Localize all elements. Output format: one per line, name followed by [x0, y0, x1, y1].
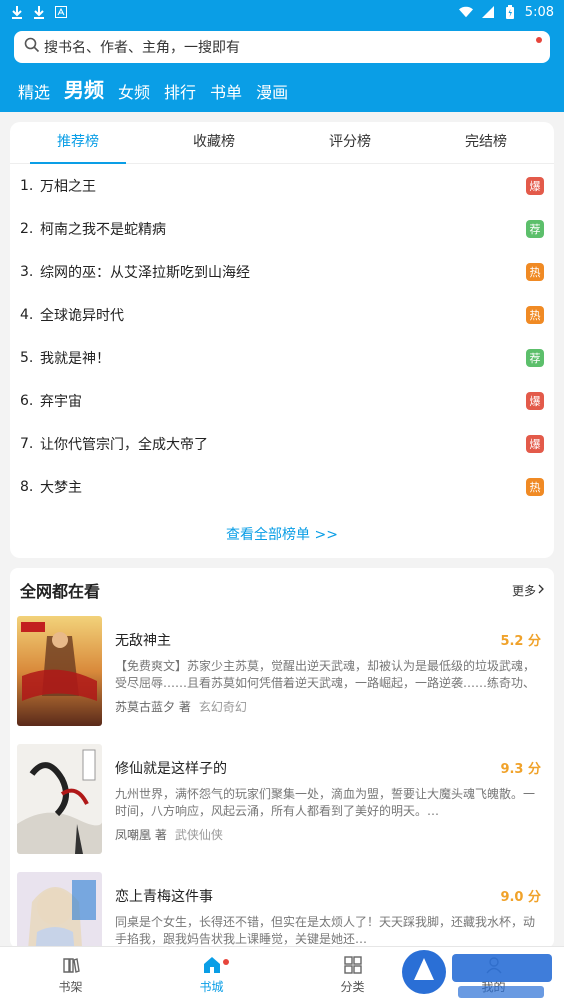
rank-item[interactable]: 5. 我就是神！ 荐 — [20, 336, 544, 379]
book-title: 恋上青梅这件事 — [115, 889, 213, 905]
book-genre: 武侠仙侠 — [174, 828, 223, 842]
book-title: 无敌神主 — [115, 633, 171, 649]
status-bar: 5:08 — [0, 0, 564, 24]
book-genre: 玄幻奇幻 — [198, 700, 247, 714]
section-title: 全网都在看 — [20, 582, 101, 601]
book-author: 苏莫古蓝夕 著 — [115, 700, 191, 714]
rank-number: 4. — [20, 306, 34, 323]
rank-badge: 爆 — [526, 434, 544, 453]
rank-badge: 荐 — [526, 219, 544, 238]
download-icon — [32, 5, 46, 19]
view-all-ranks-link[interactable]: 查看全部榜单 >> — [10, 524, 554, 544]
rank-number: 1. — [20, 177, 34, 194]
rank-title: 我就是神！ — [40, 350, 110, 367]
search-placeholder: 搜书名、作者、主角，一搜即有 — [44, 40, 240, 56]
rank-item[interactable]: 7. 让你代管宗门，全成大帝了 爆 — [20, 422, 544, 465]
bookshelf-icon — [61, 955, 81, 978]
rank-number: 6. — [20, 392, 34, 409]
top-header: 5:08 搜书名、作者、主角，一搜即有 精选 男频 女频 排行 书单 漫画 — [0, 0, 564, 112]
rank-title: 全球诡异时代 — [40, 307, 124, 324]
rank-badge: 爆 — [526, 391, 544, 410]
rank-title: 柯南之我不是蛇精病 — [40, 221, 166, 238]
download-icon — [10, 5, 24, 19]
book-item[interactable]: 无敌神主 5.2 分 【免费爽文】苏家少主苏莫，觉醒出逆天武魂，却被认为是最低级… — [17, 616, 547, 726]
more-label: 更多 — [511, 583, 536, 598]
rank-number: 5. — [20, 349, 34, 366]
nav-bookshelf[interactable]: 书架 — [0, 947, 141, 1002]
channel-tab[interactable]: 排行 — [164, 79, 196, 103]
rank-list: 1. 万相之王爆 2. 柯南之我不是蛇精病荐 3. 综网的巫：从艾泽拉斯吃到山海经热 4. 全… — [10, 164, 554, 508]
rank-tabs: 推荐榜 收藏榜 评分榜 完结榜 — [10, 122, 554, 164]
rank-item[interactable]: 2. 柯南之我不是蛇精病 荐 — [20, 207, 544, 250]
rank-card: 推荐榜 收藏榜 评分榜 完结榜 1. 万相之王爆 2. 柯南之我不是蛇精病荐 3. 综网的巫：从… — [10, 122, 554, 558]
rank-title: 弃宇宙 — [40, 393, 82, 410]
wifi-icon — [458, 5, 473, 19]
battery-icon — [503, 5, 517, 19]
rank-title: 大梦主 — [40, 479, 82, 496]
search-input[interactable]: 搜书名、作者、主角，一搜即有 — [14, 31, 550, 63]
recommend-section: 全网都在看 更多 无敌神主 5.2 分 【免费爽文】苏家少主苏莫，觉醒出逆天武魂… — [10, 568, 554, 948]
site-watermark-logo — [400, 942, 560, 1002]
channel-tabs: 精选 男频 女频 排行 书单 漫画 — [18, 74, 288, 103]
notification-dot — [222, 959, 229, 965]
clock: 5:08 — [524, 4, 554, 20]
nav-label: 书架 — [58, 979, 83, 994]
rank-badge: 热 — [526, 305, 544, 324]
rank-number: 3. — [20, 263, 34, 280]
rank-item[interactable]: 3. 综网的巫：从艾泽拉斯吃到山海经 热 — [20, 250, 544, 293]
rank-number: 7. — [20, 435, 34, 452]
rank-title: 让你代管宗门，全成大帝了 — [40, 436, 208, 453]
book-cover — [17, 872, 102, 948]
rank-item[interactable]: 8. 大梦主 热 — [20, 465, 544, 508]
channel-tab[interactable]: 男频 — [64, 74, 104, 103]
rank-item[interactable]: 4. 全球诡异时代 热 — [20, 293, 544, 336]
rank-number: 2. — [20, 220, 34, 237]
rank-number: 8. — [20, 478, 34, 495]
book-title: 修仙就是这样子的 — [115, 761, 227, 777]
rank-title: 综网的巫：从艾泽拉斯吃到山海经 — [40, 264, 250, 281]
book-score: 9.0 分 — [500, 890, 541, 905]
channel-tab[interactable]: 漫画 — [256, 79, 288, 103]
channel-tab[interactable]: 精选 — [18, 79, 50, 103]
rank-item[interactable]: 6. 弃宇宙 爆 — [20, 379, 544, 422]
home-icon — [202, 955, 222, 978]
rank-title: 万相之王 — [40, 178, 96, 195]
channel-tab[interactable]: 书单 — [210, 79, 242, 103]
book-description: 【免费爽文】苏家少主苏莫，觉醒出逆天武魂，却被认为是最低级的垃圾武魂，受尽屈辱…… — [115, 659, 536, 690]
more-link[interactable]: 更多 — [512, 582, 544, 599]
rank-tab[interactable]: 推荐榜 — [10, 122, 146, 164]
book-item[interactable]: 修仙就是这样子的 9.3 分 九州世界，满怀怨气的玩家们聚集一处，滴血为盟，誓要… — [17, 744, 547, 854]
rank-tab[interactable]: 收藏榜 — [146, 122, 282, 163]
book-cover — [17, 744, 102, 854]
book-item[interactable]: 恋上青梅这件事 9.0 分 同桌是个女生，长得还不错，但实在是太烦人了！天天踩我… — [17, 872, 547, 948]
app-notification-icon — [54, 5, 68, 19]
rank-tab[interactable]: 评分榜 — [282, 122, 418, 163]
book-author: 凤嘲凰 著 — [115, 828, 167, 842]
nav-label: 书城 — [199, 979, 224, 994]
category-icon — [343, 955, 363, 978]
search-icon — [24, 37, 40, 57]
nav-bookstore[interactable]: 书城 — [141, 947, 282, 1002]
rank-badge: 热 — [526, 477, 544, 496]
nav-label: 分类 — [340, 979, 365, 994]
rank-badge: 热 — [526, 262, 544, 281]
signal-icon — [481, 5, 495, 19]
rank-badge: 爆 — [526, 176, 544, 195]
chevron-right-icon — [538, 583, 544, 597]
book-score: 9.3 分 — [500, 762, 541, 777]
book-description: 九州世界，满怀怨气的玩家们聚集一处，滴血为盟，誓要让大魔头魂飞魄散。一时间，八方… — [115, 787, 536, 818]
rank-badge: 荐 — [526, 348, 544, 367]
book-score: 5.2 分 — [500, 634, 541, 649]
rank-tab[interactable]: 完结榜 — [418, 122, 554, 163]
rank-item[interactable]: 1. 万相之王 爆 — [20, 164, 544, 207]
notification-dot — [536, 37, 542, 43]
book-cover — [17, 616, 102, 726]
channel-tab[interactable]: 女频 — [118, 79, 150, 103]
